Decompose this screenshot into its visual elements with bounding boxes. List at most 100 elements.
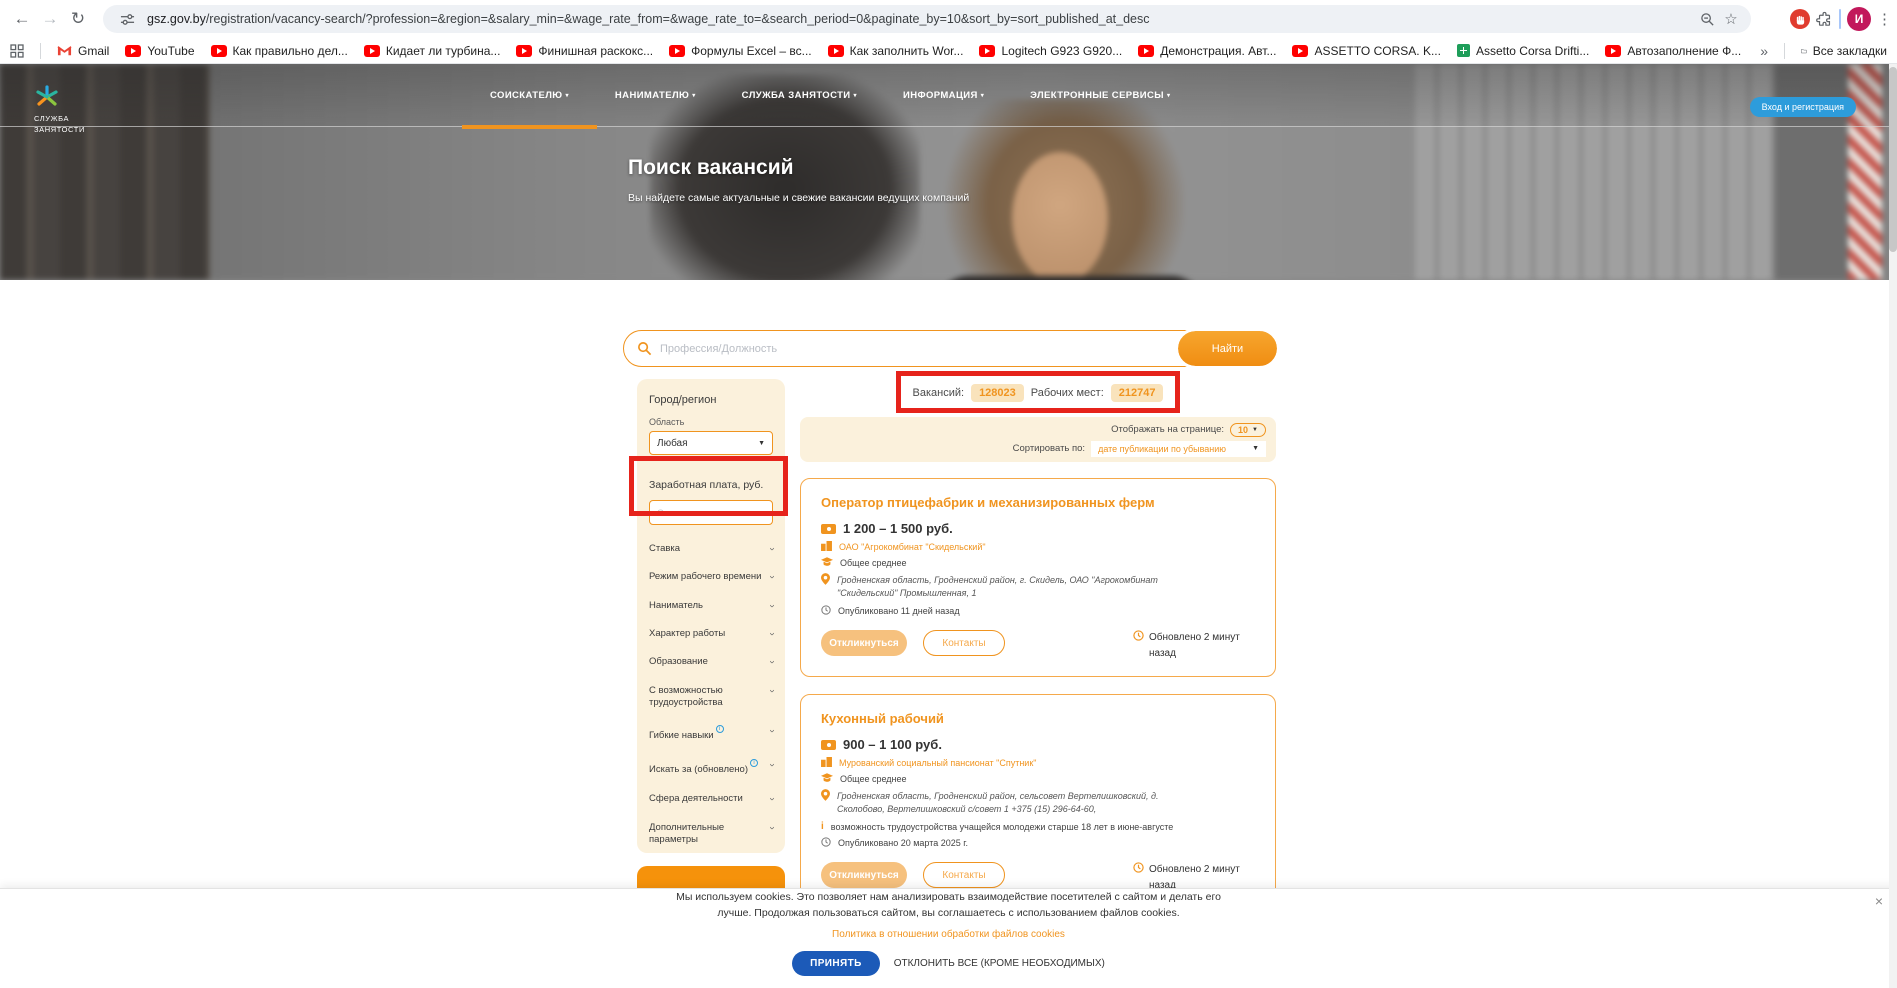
bookmark-item[interactable]: Автозаполнение Ф... (1605, 44, 1741, 58)
vacancy-address: Гродненская область, Гродненский район, … (837, 575, 1158, 599)
cookie-decline-button[interactable]: ОТКЛОНИТЬ ВСЕ (КРОМЕ НЕОБХОДИМЫХ) (894, 958, 1105, 969)
vacancy-updated: Обновлено 2 минут назад (1149, 632, 1240, 660)
bookmark-item[interactable]: Как заполнить Wor... (827, 44, 963, 58)
bookmark-item[interactable]: Кидает ли турбина... (363, 44, 500, 58)
filter-search-period[interactable]: Искать за (обновлено)i › (649, 751, 777, 785)
forward-icon[interactable]: → (36, 5, 64, 33)
bookmarks-overflow-chevron[interactable]: » (1760, 43, 1768, 59)
bookmark-item[interactable]: ASSETTO CORSA. K... (1292, 44, 1441, 58)
page-title: Поиск вакансий (628, 156, 794, 179)
vacancy-published: Опубликовано 11 дней назад (838, 606, 960, 617)
cookie-policy-link[interactable]: Политика в отношении обработки файлов co… (832, 929, 1065, 940)
bookmark-item[interactable]: Logitech G923 G920... (979, 44, 1122, 58)
adblock-icon[interactable] (1790, 9, 1810, 29)
reload-icon[interactable]: ↻ (64, 5, 92, 33)
workplaces-label: Рабочих мест: (1030, 387, 1104, 399)
extensions-puzzle-icon[interactable] (1816, 11, 1833, 28)
filter-employment-possibility[interactable]: С возможностью трудоустройства › (649, 677, 777, 718)
updated-clock-icon (1133, 630, 1144, 662)
filter-activity-sphere[interactable]: Сфера деятельности › (649, 785, 778, 813)
oblast-select[interactable]: Любая ▼ (649, 431, 773, 455)
chevron-down-icon: › (766, 729, 778, 734)
vacancy-title[interactable]: Кухонный рабочий (821, 711, 1255, 726)
vacancy-card: Оператор птицефабрик и механизированных … (800, 478, 1276, 678)
sort-select[interactable]: дате публикации по убыванию ▼ (1091, 440, 1266, 457)
url-bar[interactable]: gsz.gov.by/registration/vacancy-search/?… (103, 5, 1751, 33)
vacancy-note: возможность трудоустройства учащейся мол… (830, 822, 1174, 833)
site-logo[interactable]: СЛУЖБА ЗАНЯТОСТИ (34, 84, 85, 136)
chevron-down-icon: ▾ (692, 92, 696, 99)
filter-work-schedule[interactable]: Режим рабочего времени › (649, 563, 777, 591)
zoom-out-icon[interactable] (1695, 7, 1719, 31)
per-page-select[interactable]: 10 ▼ (1230, 422, 1266, 437)
salary-from-input[interactable] (649, 500, 773, 525)
bookmark-star-icon[interactable]: ☆ (1719, 7, 1743, 31)
logo-asterisk-icon (36, 85, 58, 106)
vacancy-company[interactable]: Мурованский социальный пансионат "Спутни… (839, 758, 1036, 768)
find-button[interactable]: Найти (1175, 328, 1280, 369)
vacancy-salary: 900 – 1 100 руб. (843, 737, 942, 753)
bookmark-youtube[interactable]: YouTube (125, 44, 195, 58)
clock-icon (821, 837, 831, 847)
contacts-button[interactable]: Контакты (923, 862, 1005, 889)
vacancy-company[interactable]: ОАО "Агрокомбинат "Скидельский" (839, 542, 986, 552)
vacancies-count: 128023 (971, 384, 1024, 402)
workplaces-count: 212747 (1110, 384, 1164, 402)
scrollbar-thumb[interactable] (1889, 67, 1897, 252)
back-icon[interactable]: ← (8, 5, 36, 33)
browser-toolbar: ← → ↻ gsz.gov.by/registration/vacancy-se… (0, 0, 1897, 38)
browser-menu-icon[interactable]: ⋮ (1877, 10, 1892, 28)
sort-label: Сортировать по: (1012, 443, 1086, 454)
url-path: /registration/vacancy-search/?profession… (205, 12, 1150, 26)
filter-work-nature[interactable]: Характер работы › (649, 620, 778, 648)
bookmark-item[interactable]: Финишная раскокс... (516, 44, 653, 58)
respond-button[interactable]: Откликнуться (821, 630, 907, 657)
nav-item-information[interactable]: ИНФОРМАЦИЯ ▾ (903, 64, 984, 127)
toolbar-right-icons: И ⋮ (1790, 0, 1892, 38)
sheets-icon (1456, 44, 1470, 57)
nav-item-e-services[interactable]: ЭЛЕКТРОННЫЕ СЕРВИСЫ ▾ (1030, 64, 1170, 127)
youtube-icon (827, 44, 844, 57)
youtube-icon (1138, 44, 1155, 57)
vacancy-title[interactable]: Оператор птицефабрик и механизированных … (821, 495, 1255, 510)
bookmark-item[interactable]: Assetto Corsa Drifti... (1456, 44, 1589, 58)
chevron-down-icon: ▼ (1252, 426, 1258, 433)
login-button[interactable]: Вход и регистрация (1749, 97, 1856, 117)
oblast-label: Область (649, 417, 685, 427)
filter-rate[interactable]: Ставка › (649, 535, 777, 563)
url-domain: gsz.gov.by (147, 12, 206, 26)
bookmark-item[interactable]: Как правильно дел... (210, 44, 348, 58)
location-pin-icon (821, 573, 830, 585)
info-icon[interactable]: i (750, 759, 759, 768)
info-icon[interactable]: i (715, 725, 724, 734)
bookmark-item[interactable]: Демонстрация. Авт... (1138, 44, 1276, 58)
respond-button[interactable]: Откликнуться (821, 862, 907, 889)
bookmark-gmail[interactable]: Gmail (57, 44, 109, 58)
logo-line1: СЛУЖБА (34, 114, 70, 123)
filter-soft-skills[interactable]: Гибкие навыкиi › (649, 717, 778, 751)
vacancy-card: Кухонный рабочий 900 – 1 100 руб. Мурова… (800, 694, 1276, 910)
all-bookmarks-button[interactable]: Все закладки (1801, 44, 1887, 58)
salary-icon (821, 739, 836, 750)
page-scrollbar[interactable] (1889, 64, 1897, 988)
nav-item-employment-service[interactable]: СЛУЖБА ЗАНЯТОСТИ ▾ (742, 64, 857, 127)
profile-avatar[interactable]: И (1847, 7, 1871, 31)
close-icon[interactable]: × (1875, 893, 1883, 909)
chevron-down-icon: › (766, 797, 778, 802)
filter-employer[interactable]: Наниматель › (649, 592, 777, 620)
site-settings-icon[interactable] (115, 7, 139, 31)
youtube-icon (1292, 44, 1309, 57)
chevron-down-icon: › (766, 632, 778, 636)
url-text[interactable]: gsz.gov.by/registration/vacancy-search/?… (147, 12, 1695, 26)
nav-item-employer[interactable]: НАНИМАТЕЛЮ ▾ (615, 64, 696, 127)
bookmark-item[interactable]: Формулы Excel – вс... (669, 44, 812, 58)
apps-grid-icon[interactable] (10, 43, 24, 58)
chevron-down-icon: ▾ (853, 92, 857, 99)
nav-item-applicant[interactable]: СОИСКАТЕЛЮ ▾ (462, 64, 597, 129)
divider (40, 42, 41, 59)
filter-additional-params[interactable]: Дополнительные параметры › (649, 814, 777, 855)
filter-education[interactable]: Образование › (649, 648, 777, 676)
chevron-down-icon: ▼ (1252, 445, 1259, 452)
cookie-accept-button[interactable]: ПРИНЯТЬ (792, 950, 880, 976)
contacts-button[interactable]: Контакты (923, 630, 1005, 657)
